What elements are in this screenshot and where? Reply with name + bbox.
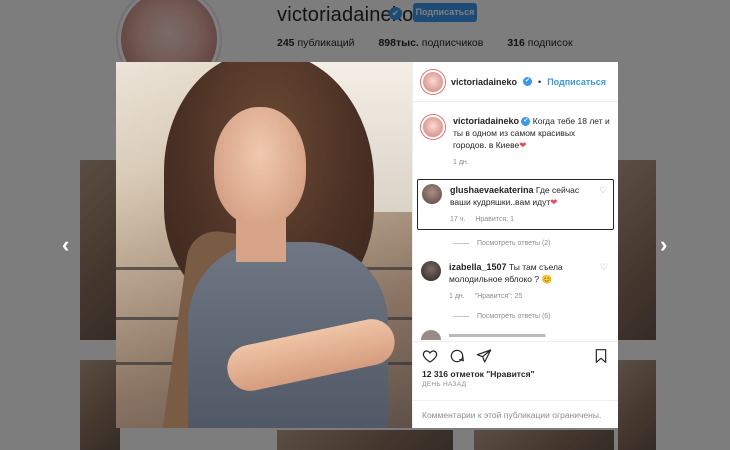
view-replies-link[interactable]: Посмотреть ответы (2) (413, 240, 618, 247)
verified-icon: ✔ (523, 77, 533, 86)
post-modal: victoriadaineko ✔ • Подписаться victoria… (116, 62, 618, 428)
commenter-avatar[interactable] (421, 330, 441, 340)
verified-icon: ✔ (521, 117, 531, 127)
chevron-right-icon[interactable]: › (660, 234, 667, 256)
heart-icon[interactable] (422, 348, 438, 364)
view-replies-link[interactable]: Посмотреть ответы (6) (413, 313, 618, 320)
comment-item-partial (413, 330, 618, 340)
commenter-avatar[interactable] (421, 261, 441, 281)
comment-item: izabella_1507 Ты там съела молодильное я… (413, 261, 618, 303)
smile-emoji: 😊 (541, 274, 553, 284)
author-avatar[interactable] (421, 69, 445, 94)
like-comment-heart-icon[interactable]: ♡ (599, 184, 609, 226)
post-caption: victoriadaineko ✔ Когда тебе 18 лет и ты… (413, 102, 618, 169)
header-follow-button[interactable]: Подписаться (547, 77, 606, 87)
comment-time[interactable]: 1 дн. (449, 291, 465, 303)
view-replies-label[interactable]: Посмотреть ответы (6) (477, 313, 551, 320)
comment-time[interactable]: 17 ч. (450, 214, 465, 226)
post-timestamp: ДЕНЬ НАЗАД (422, 381, 467, 388)
bookmark-icon[interactable] (593, 348, 609, 364)
comment-likes[interactable]: "Нравится": 25 (475, 291, 523, 303)
red-heart-emoji: ❤ (550, 197, 558, 207)
comments-list[interactable]: victoriadaineko ✔ Когда тебе 18 лет и ты… (413, 102, 618, 341)
replies-line (453, 243, 469, 244)
caption-time[interactable]: 1 дн. (453, 157, 469, 169)
caption-username[interactable]: victoriadaineko (453, 116, 519, 126)
share-icon[interactable] (476, 348, 492, 364)
comment-icon[interactable] (449, 348, 465, 364)
post-sidebar: victoriadaineko ✔ • Подписаться victoria… (412, 62, 618, 428)
comment-username[interactable]: izabella_1507 (449, 262, 507, 272)
red-heart-emoji: ❤ (519, 140, 527, 150)
comment-item: glushaevaekaterina Где сейчас ваши кудря… (417, 179, 614, 230)
caption-avatar[interactable] (421, 115, 445, 139)
header-separator: • (538, 76, 542, 87)
commenter-avatar[interactable] (422, 184, 442, 204)
view-replies-label[interactable]: Посмотреть ответы (2) (477, 240, 551, 247)
replies-line (453, 316, 469, 317)
likes-count[interactable]: 12 316 отметок "Нравится" (413, 369, 618, 379)
post-actions (413, 341, 618, 369)
post-photo[interactable] (116, 62, 412, 428)
comment-username[interactable]: glushaevaekaterina (450, 185, 534, 195)
like-comment-heart-icon[interactable]: ♡ (600, 261, 610, 303)
chevron-left-icon[interactable]: ‹ (62, 234, 69, 256)
comment-likes[interactable]: Нравится: 1 (475, 214, 514, 226)
comments-closed-notice: Комментарии к этой публикации ограничены… (413, 400, 618, 428)
author-username[interactable]: victoriadaineko (451, 77, 517, 87)
post-header: victoriadaineko ✔ • Подписаться (413, 62, 618, 102)
